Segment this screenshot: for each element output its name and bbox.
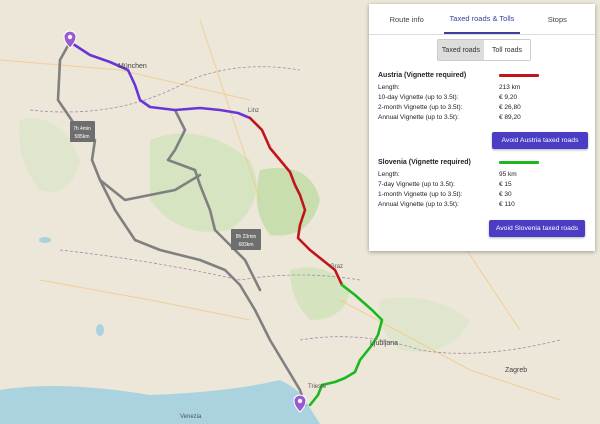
austria-10day-value: € 9,20 [499, 93, 518, 101]
place-ljubljana: Ljubljana [370, 340, 398, 347]
place-graz: Graz [330, 264, 343, 270]
slovenia-section: Slovenia (Vignette required) Length: 95 … [378, 159, 590, 209]
austria-section: Austria (Vignette required) Length: 213 … [378, 72, 590, 122]
austria-route-color [499, 74, 539, 77]
road-type-toggle: Taxed roads Toll roads [437, 39, 531, 61]
route-label-1[interactable]: 7h 4min 585km [70, 121, 95, 142]
subtab-toll-roads[interactable]: Toll roads [484, 40, 530, 60]
route-label-2[interactable]: 8h 23min 683km [231, 229, 261, 250]
slovenia-row-annual: Annual Vignette (up to 3.5t): € 110 [378, 199, 590, 209]
place-trieste: Trieste [308, 384, 327, 390]
route-label-1-time: 7h 4min [73, 126, 91, 132]
slovenia-7day-value: € 15 [499, 180, 512, 188]
austria-length-label: Length: [378, 83, 400, 91]
route-label-2-time: 8h 23min [236, 234, 257, 240]
tab-taxed-roads-tolls[interactable]: Taxed roads & Tolls [444, 4, 520, 34]
avoid-slovenia-button[interactable]: Avoid Slovenia taxed roads [489, 220, 585, 237]
tab-route-info[interactable]: Route info [369, 4, 444, 34]
place-zagreb: Zagreb [505, 367, 527, 374]
slovenia-row-7day: 7-day Vignette (up to 3.5t): € 15 [378, 179, 590, 189]
austria-row-2month: 2-month Vignette (up to 3.5t): € 26,80 [378, 102, 590, 112]
austria-row-annual: Annual Vignette (up to 3.5t): € 89,20 [378, 112, 590, 122]
austria-length-value: 213 km [499, 83, 521, 91]
place-munchen: München [118, 63, 147, 70]
slovenia-annual-label: Annual Vignette (up to 3.5t): [378, 200, 459, 208]
panel-tabs: Route info Taxed roads & Tolls Stops [369, 4, 595, 35]
slovenia-row-length: Length: 95 km [378, 169, 590, 179]
austria-10day-label: 10-day Vignette (up to 3.5t): [378, 93, 459, 101]
slovenia-row-1month: 1-month Vignette (up to 3.5t): € 30 [378, 189, 590, 199]
austria-2month-value: € 26,80 [499, 103, 521, 111]
slovenia-length-value: 95 km [499, 170, 517, 178]
slovenia-annual-value: € 110 [499, 200, 515, 208]
slovenia-length-label: Length: [378, 170, 400, 178]
place-linz: Linz [248, 108, 259, 114]
route-label-1-distance: 585km [74, 134, 89, 140]
avoid-austria-button[interactable]: Avoid Austria taxed roads [492, 132, 588, 149]
slovenia-title: Slovenia (Vignette required) [378, 159, 471, 166]
toll-info-panel: Route info Taxed roads & Tolls Stops Tax… [369, 4, 595, 251]
austria-title: Austria (Vignette required) [378, 72, 467, 79]
route-label-2-distance: 683km [238, 242, 253, 248]
austria-annual-label: Annual Vignette (up to 3.5t): [378, 113, 459, 121]
austria-row-10day: 10-day Vignette (up to 3.5t): € 9,20 [378, 92, 590, 102]
place-venezia: Venezia [180, 414, 202, 420]
slovenia-1month-label: 1-month Vignette (up to 3.5t): [378, 190, 463, 198]
austria-2month-label: 2-month Vignette (up to 3.5t): [378, 103, 463, 111]
tab-stops[interactable]: Stops [520, 4, 595, 34]
austria-row-length: Length: 213 km [378, 82, 590, 92]
subtab-taxed-roads[interactable]: Taxed roads [438, 40, 484, 60]
slovenia-7day-label: 7-day Vignette (up to 3.5t): [378, 180, 455, 188]
slovenia-route-color [499, 161, 539, 164]
austria-annual-value: € 89,20 [499, 113, 521, 121]
slovenia-1month-value: € 30 [499, 190, 512, 198]
